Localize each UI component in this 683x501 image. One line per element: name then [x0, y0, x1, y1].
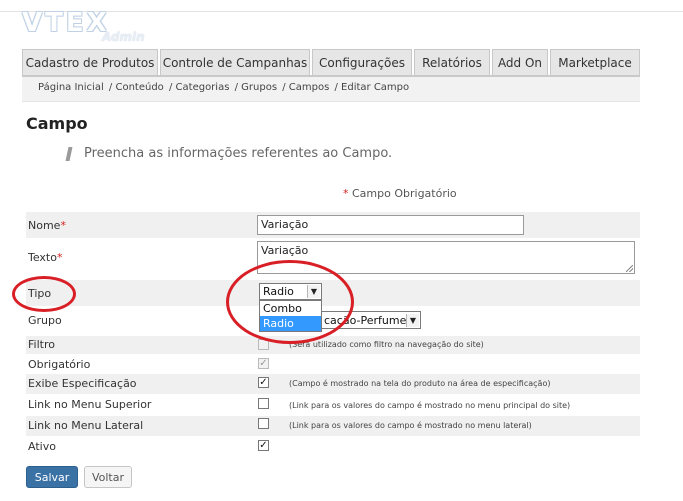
- required-note: * Campo Obrigatório: [343, 187, 457, 200]
- required-note-text: Campo Obrigatório: [352, 187, 457, 200]
- chevron-down-icon: ▼: [406, 314, 419, 327]
- label-filtro: Filtro: [28, 338, 55, 351]
- label-nome: Nome*: [28, 219, 66, 232]
- annotation-circle-tipo-label: [12, 276, 76, 312]
- link-menu-lateral-checkbox[interactable]: [258, 418, 269, 429]
- logo-subtitle: Admin: [102, 30, 145, 44]
- breadcrumb-grupos[interactable]: / Grupos: [235, 82, 277, 93]
- required-asterisk: *: [343, 187, 349, 200]
- page-instructions: Preencha as informações referentes ao Ca…: [84, 146, 393, 161]
- breadcrumb-conteudo[interactable]: / Conteúdo: [109, 82, 164, 93]
- label-ativo: Ativo: [28, 440, 56, 453]
- tab-relatorios[interactable]: Relatórios: [414, 49, 490, 75]
- breadcrumb-campos[interactable]: / Campos: [282, 82, 329, 93]
- label-link-menu-lateral: Link no Menu Lateral: [28, 419, 144, 432]
- ativo-checkbox[interactable]: ✓: [258, 440, 269, 451]
- save-button[interactable]: Salvar: [26, 466, 78, 488]
- label-grupo: Grupo: [28, 314, 62, 327]
- row-obrigatorio: Obrigatório: [26, 355, 640, 373]
- back-button[interactable]: Voltar: [84, 466, 132, 488]
- exibe-especificacao-checkbox[interactable]: ✓: [258, 377, 269, 388]
- label-link-menu-superior: Link no Menu Superior: [28, 398, 152, 411]
- filtro-help: (Será utilizado como filtro na navegação…: [289, 340, 484, 349]
- link-menu-superior-checkbox[interactable]: [258, 398, 269, 409]
- link-menu-lateral-help: (Link para os valores do campo é mostrad…: [289, 421, 532, 430]
- link-menu-superior-help: (Link para os valores do campo é mostrad…: [289, 401, 571, 410]
- row-ativo: Ativo: [26, 437, 640, 455]
- breadcrumb-categorias[interactable]: / Categorias: [169, 82, 229, 93]
- label-obrigatorio: Obrigatório: [28, 358, 91, 371]
- logo-wordmark: VTEX: [22, 8, 110, 38]
- breadcrumb: Página Inicial / Conteúdo / Categorias /…: [22, 77, 640, 102]
- tab-controle-de-campanhas[interactable]: Controle de Campanhas: [160, 49, 310, 75]
- breadcrumb-home[interactable]: Página Inicial: [38, 82, 104, 93]
- label-exibe-especificacao: Exibe Especificação: [28, 377, 137, 390]
- nome-input[interactable]: Variação: [257, 215, 524, 235]
- breadcrumb-current: / Editar Campo: [334, 82, 410, 93]
- tab-marketplace[interactable]: Marketplace: [550, 49, 640, 75]
- tab-configuracoes[interactable]: Configurações: [312, 49, 412, 75]
- label-texto: Texto*: [28, 251, 63, 264]
- vtex-logo: VTEX Admin: [22, 8, 152, 48]
- obrigatorio-checkbox[interactable]: ✓: [258, 358, 269, 369]
- page-title: Campo: [26, 114, 88, 133]
- tab-cadastro-de-produtos[interactable]: Cadastro de Produtos: [22, 49, 158, 75]
- tab-add-on[interactable]: Add On: [492, 49, 548, 75]
- main-nav-tabs: Cadastro de Produtos Controle de Campanh…: [22, 49, 640, 77]
- info-marker-icon: [65, 147, 73, 161]
- texto-value: Variação: [261, 244, 309, 257]
- exibe-especificacao-help: (Campo é mostrado na tela do produto na …: [289, 379, 551, 388]
- resize-grip-icon[interactable]: [626, 265, 633, 272]
- annotation-circle-tipo-dropdown: [226, 260, 354, 344]
